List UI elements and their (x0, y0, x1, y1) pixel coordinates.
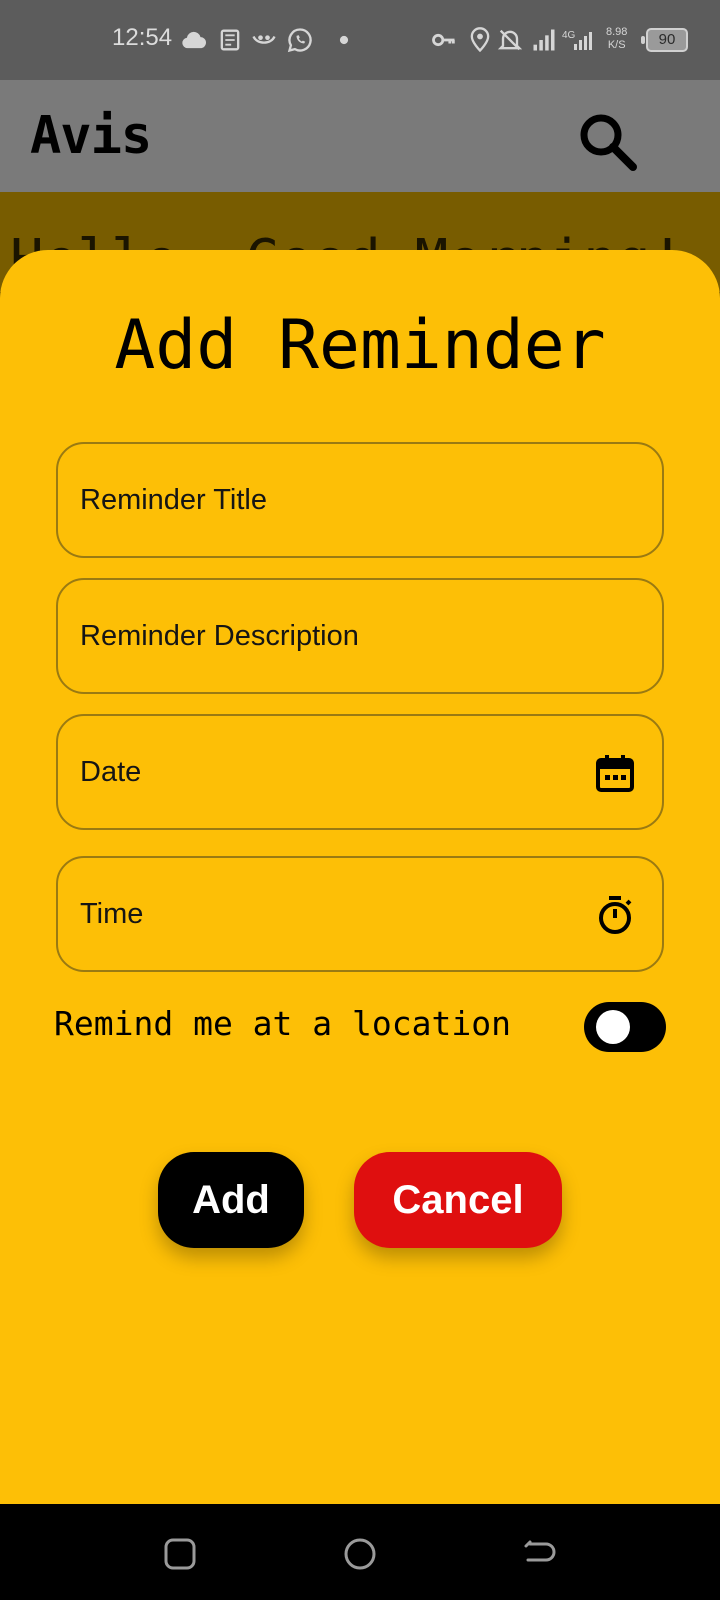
search-icon[interactable] (576, 110, 640, 174)
network-type-label: 4G (562, 30, 576, 41)
toggle-knob (596, 1010, 630, 1044)
stopwatch-icon[interactable] (594, 894, 636, 936)
app-bar: Avis (0, 80, 720, 192)
recents-square-icon[interactable] (160, 1534, 200, 1574)
network-speed: 8.98 K/S (606, 26, 627, 52)
date-input[interactable] (80, 716, 600, 828)
notifications-off-icon (496, 26, 524, 54)
signal-icon (530, 26, 558, 54)
cancel-button[interactable]: Cancel (354, 1152, 562, 1248)
reminder-description-field[interactable] (56, 578, 664, 694)
time-input[interactable] (80, 858, 600, 970)
calendar-icon[interactable] (594, 752, 636, 794)
status-bar: 12:54 4G 8.98 K/S 90 (0, 0, 720, 80)
vpn-key-icon (430, 26, 458, 54)
system-nav-bar (0, 1504, 720, 1600)
date-field[interactable] (56, 714, 664, 830)
location-icon (466, 26, 494, 54)
app-title: Avis (30, 106, 152, 166)
network-speed-unit: K/S (607, 39, 626, 51)
location-toggle-label: Remind me at a location (54, 1004, 511, 1043)
reminder-title-input[interactable] (80, 444, 600, 556)
reminder-description-input[interactable] (80, 580, 600, 692)
sim-toolkit-icon (216, 26, 244, 54)
app-notification-icon (250, 26, 278, 54)
time-field[interactable] (56, 856, 664, 972)
dot-icon (330, 26, 358, 54)
back-arrow-icon[interactable] (520, 1534, 560, 1574)
status-time: 12:54 (112, 24, 173, 51)
network-speed-value: 8.98 (606, 26, 628, 38)
location-toggle[interactable] (584, 1002, 666, 1052)
add-button[interactable]: Add (158, 1152, 304, 1248)
reminder-title-field[interactable] (56, 442, 664, 558)
add-reminder-sheet: Add Reminder Remind me at a location Add… (0, 250, 720, 1504)
battery-indicator: 90 (641, 28, 688, 52)
whatsapp-icon (286, 26, 314, 54)
cloud-icon (180, 26, 208, 54)
sheet-title: Add Reminder (114, 306, 606, 385)
signal-4g-icon: 4G (562, 26, 594, 54)
home-circle-icon[interactable] (340, 1534, 380, 1574)
